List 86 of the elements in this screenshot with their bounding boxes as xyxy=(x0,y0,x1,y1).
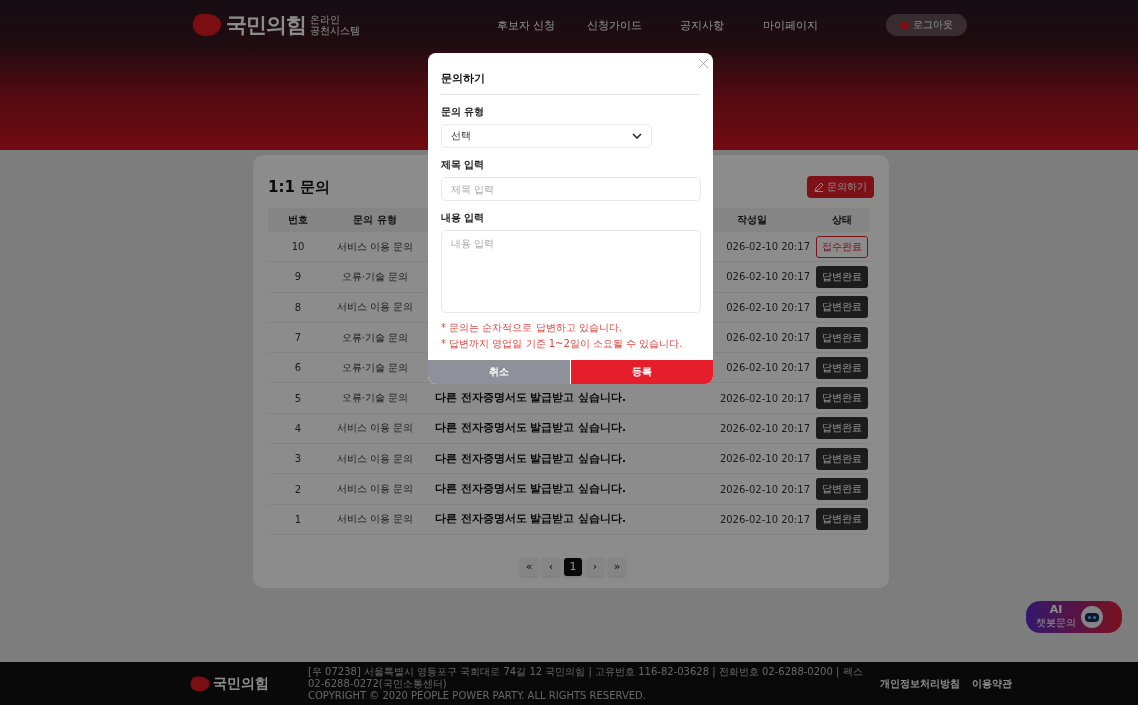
table-cell-text: 10 xyxy=(290,241,306,253)
inquiry-title-link[interactable]: 다른 전자증명서도 발급받고 싶습니다. xyxy=(422,421,690,436)
status-label: 답변완료 xyxy=(816,478,868,500)
page-button[interactable]: 1 xyxy=(564,557,582,576)
table-cell-text: 5 xyxy=(293,392,303,404)
table-cell-text: 7 xyxy=(293,332,303,344)
notice-text: * 문의는 순차적으로 답변하고 있습니다. xyxy=(441,321,623,335)
table-cell-text: 026-02-10 20:17 xyxy=(725,332,811,344)
table-cell-text: 2 xyxy=(293,483,303,495)
table-cell-text: 2026-02-10 20:17 xyxy=(718,483,811,495)
table-cell-text: 6 xyxy=(293,362,303,374)
footer-link[interactable]: 이용약관 xyxy=(972,676,1012,691)
footer-logo-text: 국민의힘 xyxy=(213,674,269,693)
page-title: 1:1 문의 xyxy=(268,177,331,197)
content-input-field[interactable]: 내용 입력 xyxy=(441,230,701,313)
table-cell-text: 서비스 이용 문의 xyxy=(335,421,415,436)
notice-text: * 답변까지 영업일 기준 1~2일이 소요될 수 있습니다. xyxy=(441,337,684,351)
table-cell-text: 9 xyxy=(293,271,303,283)
table-cell-text: 026-02-10 20:17 xyxy=(725,271,811,283)
status-label: 답변완료 xyxy=(816,326,868,349)
table-cell-text: 오류·기술 문의 xyxy=(340,269,410,284)
column-header: 상태 xyxy=(831,213,853,227)
chevron-down-icon xyxy=(632,133,642,139)
table-cell-text: 026-02-10 20:17 xyxy=(725,362,811,374)
status-label: 답변완료 xyxy=(816,356,868,379)
logo-text: 국민의힘 xyxy=(226,12,306,39)
close-icon[interactable] xyxy=(698,58,709,69)
status-label: 답변완료 xyxy=(816,387,868,410)
table-cell-text: 026-02-10 20:17 xyxy=(725,241,811,253)
previous-page-button[interactable]: ‹ xyxy=(542,557,560,576)
field-label: 내용 입력 xyxy=(441,211,486,225)
status-label: 답변완료 xyxy=(816,447,868,470)
nav-link[interactable]: 신청가이드 xyxy=(570,17,658,33)
modal-title: 문의하기 xyxy=(441,71,701,95)
column-header: 작성일 xyxy=(736,213,768,227)
field-label: 제목 입력 xyxy=(441,158,486,172)
table-cell-text: 2026-02-10 20:17 xyxy=(718,422,811,434)
title-input-field[interactable]: 제목 입력 xyxy=(441,177,701,201)
field-label: 문의 유형 xyxy=(441,105,486,119)
nav-link[interactable]: 공지사항 xyxy=(658,17,746,33)
table-cell-text: 오류·기술 문의 xyxy=(340,360,410,375)
logout-icon xyxy=(900,20,909,30)
table-cell-text: 2026-02-10 20:17 xyxy=(718,453,811,465)
inquiry-title-link[interactable]: 다른 전자증명서도 발급받고 싶습니다. xyxy=(422,482,690,496)
table-cell-text: 8 xyxy=(293,301,303,313)
cancel-button[interactable]: 취소 xyxy=(428,360,570,384)
logo-subtitle: 온라인 공천시스템 xyxy=(310,14,360,36)
table-cell-text: 026-02-10 20:17 xyxy=(725,301,811,313)
table-cell-text: 서비스 이용 문의 xyxy=(335,512,415,527)
column-header: 번호 xyxy=(287,213,309,227)
table-cell-text: 서비스 이용 문의 xyxy=(335,239,415,254)
write-inquiry-button[interactable]: 문의하기 xyxy=(807,176,874,198)
table-cell-text: 1 xyxy=(293,513,303,525)
next-page-button[interactable]: › xyxy=(586,557,604,576)
first-page-button[interactable]: « xyxy=(520,557,538,576)
inquiry-title-link[interactable]: 다른 전자증명서도 발급받고 싶습니다. xyxy=(422,512,690,527)
submit-button[interactable]: 등록 xyxy=(571,360,713,384)
table-cell-text: 2026-02-10 20:17 xyxy=(718,513,811,525)
column-header: 문의 유형 xyxy=(352,213,398,227)
logo-icon xyxy=(190,675,210,692)
table-cell-text: 오류·기술 문의 xyxy=(340,330,410,345)
table-cell-text: 서비스 이용 문의 xyxy=(335,482,415,496)
footer-link[interactable]: 개인정보처리방침 xyxy=(880,676,960,691)
robot-icon xyxy=(1080,605,1104,629)
status-label: 접수완료 xyxy=(816,235,868,258)
table-cell-text: 4 xyxy=(293,422,303,434)
footer-copyright: COPYRIGHT © 2020 PEOPLE POWER PARTY. ALL RIGHTS RESERVED. xyxy=(308,689,647,702)
ai-chatbot-button[interactable]: AI 챗봇문의 xyxy=(1026,601,1122,633)
table-cell-text: 서비스 이용 문의 xyxy=(335,451,415,466)
footer-address: [우 07238] 서울특별시 영등포구 국회대로 74길 12 국민의힘 | 고유번호 116-82-03628 | 전화번호 02-6288-0200 | 팩스 02-6288-0272(국민소통센터) xyxy=(308,665,864,690)
last-page-button[interactable]: » xyxy=(608,557,626,576)
status-label: 답변완료 xyxy=(816,265,868,288)
status-label: 답변완료 xyxy=(816,417,868,440)
logo-icon xyxy=(192,13,222,37)
nav-link[interactable]: 후보자 신청 xyxy=(482,17,570,33)
table-cell-text: 2026-02-10 20:17 xyxy=(718,392,811,404)
status-label: 답변완료 xyxy=(816,508,868,531)
pencil-icon xyxy=(814,182,824,192)
nav-link[interactable]: 마이페이지 xyxy=(746,17,834,33)
table-cell-text: 3 xyxy=(293,453,303,465)
inquiry-title-link[interactable]: 다른 전자증명서도 발급받고 싶습니다. xyxy=(422,391,690,406)
table-cell-text: 서비스 이용 문의 xyxy=(335,300,415,315)
table-cell-text: 오류·기술 문의 xyxy=(340,391,410,406)
inquiry-title-link[interactable]: 다른 전자증명서도 발급받고 싶습니다. xyxy=(422,451,690,466)
status-label: 답변완료 xyxy=(816,296,868,319)
inquiry-type-dropdown[interactable]: 선택 xyxy=(441,124,652,148)
